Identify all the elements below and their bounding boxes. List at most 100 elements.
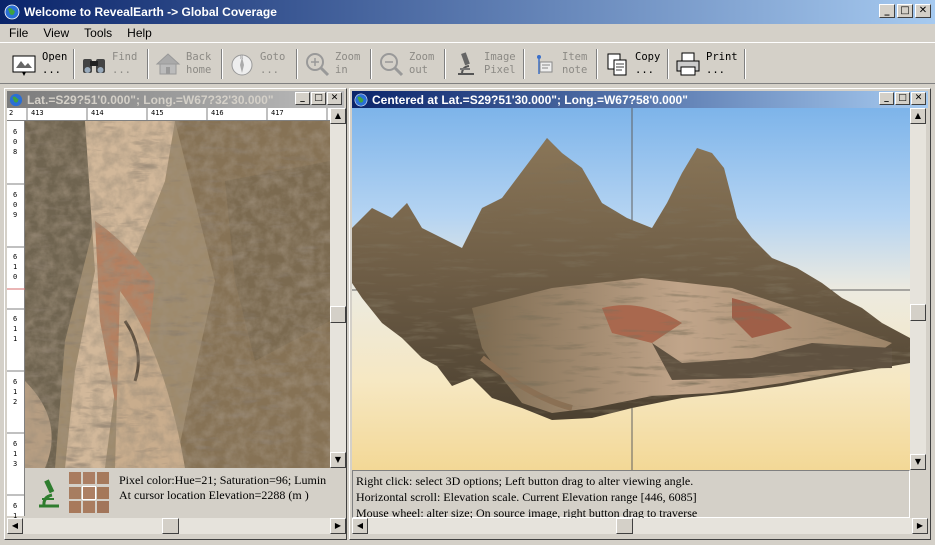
view3d-horizontal-scrollbar[interactable]: ◀ ▶	[352, 518, 928, 534]
scroll-thumb[interactable]	[616, 518, 633, 534]
scroll-up-button[interactable]: ▲	[910, 108, 926, 124]
source-maximize-button[interactable]: □	[311, 92, 326, 105]
copy-button[interactable]: Copy ...	[603, 47, 660, 81]
find-button[interactable]: Find ...	[80, 47, 137, 81]
view3d-status: Right click: select 3D options; Left but…	[352, 470, 910, 520]
microscope-icon	[458, 52, 474, 75]
scroll-thumb[interactable]	[910, 304, 926, 321]
toolbar-separator	[370, 49, 372, 79]
menu-help[interactable]: Help	[118, 26, 158, 40]
scroll-thumb[interactable]	[162, 518, 179, 534]
printer-icon	[676, 52, 700, 76]
view3d-title: Centered at Lat.=S29?51'30.000"; Long.=W…	[372, 92, 688, 107]
menu-tools[interactable]: Tools	[75, 26, 118, 40]
toolbar-separator	[744, 49, 746, 79]
scroll-left-button[interactable]: ◀	[352, 518, 368, 534]
view3d-maximize-button[interactable]: □	[895, 92, 910, 105]
status-line: Right click: select 3D options; Left but…	[356, 474, 694, 488]
terrain-3d-view[interactable]	[352, 108, 910, 470]
swatch-cell	[97, 501, 109, 514]
binoculars-icon	[83, 59, 105, 73]
swatch-cell	[69, 472, 81, 484]
scroll-thumb[interactable]	[330, 306, 346, 323]
microscope-icon	[39, 479, 59, 508]
swatch-cell	[97, 472, 109, 484]
toolbar-separator	[667, 49, 669, 79]
toolbar-separator	[444, 49, 446, 79]
ruler-top: 2 413 414 415 416 417	[7, 108, 330, 121]
zoom-in-icon	[306, 53, 330, 77]
scroll-down-button[interactable]: ▼	[910, 454, 926, 470]
menu-file[interactable]: File	[0, 26, 34, 40]
view3d-vertical-scrollbar[interactable]: ▲ ▼	[910, 108, 926, 470]
toolbar-separator	[221, 49, 223, 79]
open-button[interactable]: Open ...	[10, 47, 67, 81]
menu-view[interactable]: View	[34, 26, 75, 40]
ruler-tick-label: 608	[13, 128, 18, 156]
swatch-cell	[69, 501, 81, 514]
note-tag-icon	[537, 55, 553, 74]
image-pixel-button[interactable]: Image Pixel	[452, 47, 516, 81]
open-icon	[12, 55, 36, 76]
svg-text:N: N	[240, 55, 243, 61]
toolbar-separator	[296, 49, 298, 79]
source-panel-title-bar: Lat.=S29?51'0.000"; Long.=W67?32'30.000"…	[7, 91, 344, 108]
close-button[interactable]: ✕	[915, 4, 931, 18]
ruler-tick-label: 612	[13, 378, 18, 406]
satellite-image[interactable]	[25, 121, 330, 468]
view3d-close-button[interactable]: ✕	[911, 92, 926, 105]
terrain-mesh	[352, 138, 910, 420]
swatch-cell	[83, 472, 95, 484]
terrain-3d-render	[352, 108, 910, 470]
swatch-cell	[83, 501, 95, 514]
scroll-right-button[interactable]: ▶	[912, 518, 928, 534]
source-minimize-button[interactable]: _	[295, 92, 310, 105]
toolbar-separator	[147, 49, 149, 79]
ruler-tick-label: 609	[13, 191, 18, 219]
view3d-title-bar: Centered at Lat.=S29?51'30.000"; Long.=W…	[352, 91, 928, 108]
pixel-info-area: Pixel color:Hue=21; Saturation=96; Lumin…	[25, 468, 330, 516]
app-title: Welcome to RevealEarth -> Global Coverag…	[24, 5, 277, 19]
ruler-tick-label: 610	[13, 253, 18, 281]
source-vertical-scrollbar[interactable]: ▲ ▼	[330, 108, 346, 468]
view3d-minimize-button[interactable]: _	[879, 92, 894, 105]
print-button[interactable]: Print ...	[674, 47, 738, 81]
compass-icon: N	[231, 54, 253, 76]
globe-icon	[354, 93, 368, 106]
scroll-right-button[interactable]: ▶	[330, 518, 346, 534]
elevation-readout: At cursor location Elevation=2288 (m )	[119, 488, 309, 502]
source-panel-title: Lat.=S29?51'0.000"; Long.=W67?32'30.000"	[27, 92, 274, 107]
minimize-button[interactable]: _	[879, 4, 895, 18]
app-title-bar: Welcome to RevealEarth -> Global Coverag…	[0, 0, 935, 24]
goto-button[interactable]: N Goto ...	[228, 47, 285, 81]
globe-icon	[9, 93, 23, 106]
ruler-top-ticks	[26, 108, 328, 121]
copy-icon	[607, 53, 627, 76]
zoom-out-button[interactable]: Zoom out	[377, 47, 434, 81]
scroll-up-button[interactable]: ▲	[330, 108, 346, 124]
ruler-left: 608 609 610 611 612 613 614	[7, 121, 25, 530]
source-close-button[interactable]: ✕	[327, 92, 342, 105]
zoom-in-button[interactable]: Zoom in	[303, 47, 360, 81]
home-icon	[155, 53, 181, 75]
status-line: Horizontal scroll: Elevation scale. Curr…	[356, 490, 697, 504]
satellite-terrain	[25, 121, 330, 468]
swatch-cell	[69, 486, 81, 499]
toolbar: Open ... Find ... Back home N Goto ... Z…	[0, 42, 935, 84]
pixel-color-swatches	[69, 472, 111, 514]
scroll-left-button[interactable]: ◀	[7, 518, 23, 534]
swatch-cell	[97, 486, 109, 499]
back-home-button[interactable]: Back home	[154, 47, 211, 81]
item-note-button[interactable]: Item note	[530, 47, 587, 81]
scroll-down-button[interactable]: ▼	[330, 452, 346, 468]
source-horizontal-scrollbar[interactable]: ◀ ▶	[7, 518, 346, 534]
zoom-out-icon	[380, 53, 404, 77]
toolbar-separator	[596, 49, 598, 79]
ruler-tick-label: 613	[13, 440, 18, 468]
pixel-color-readout: Pixel color:Hue=21; Saturation=96; Lumin	[119, 473, 327, 487]
source-image-panel: Lat.=S29?51'0.000"; Long.=W67?32'30.000"…	[4, 88, 347, 540]
view3d-panel: Centered at Lat.=S29?51'30.000"; Long.=W…	[349, 88, 931, 540]
maximize-button[interactable]: □	[897, 4, 913, 18]
toolbar-separator	[73, 49, 75, 79]
ruler-tick-label: 611	[13, 315, 18, 343]
